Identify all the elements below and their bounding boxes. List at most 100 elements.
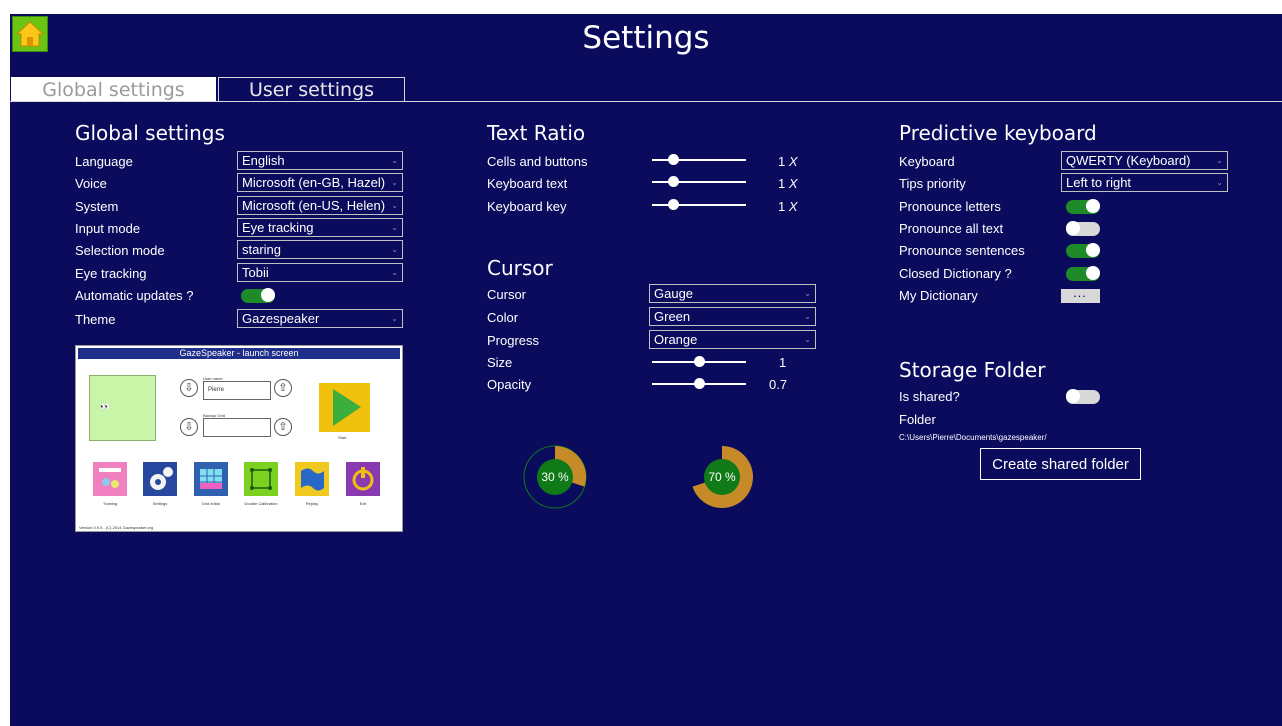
ratio-number: 1 bbox=[778, 154, 786, 169]
predictive-keyboard-title: Predictive keyboard bbox=[899, 121, 1097, 145]
pronounce-letters-toggle[interactable] bbox=[1066, 199, 1100, 214]
select-value: Microsoft (en-US, Helen) bbox=[242, 198, 386, 213]
chevron-down-icon: ⌄ bbox=[804, 289, 811, 298]
select-value: Left to right bbox=[1066, 175, 1132, 190]
chevron-down-icon: ⌄ bbox=[391, 201, 398, 210]
gauge-preview-ring: 30 % bbox=[523, 445, 587, 509]
preview-backup-field bbox=[203, 418, 271, 437]
selection-mode-label: Selection mode bbox=[75, 243, 165, 258]
slider-thumb[interactable] bbox=[667, 176, 679, 187]
slider-thumb[interactable] bbox=[667, 154, 679, 165]
grid-icon bbox=[194, 462, 228, 496]
toggle-knob bbox=[261, 288, 275, 302]
keyboard-text-slider[interactable] bbox=[652, 174, 746, 190]
power-icon bbox=[346, 462, 380, 496]
input-mode-label: Input mode bbox=[75, 221, 141, 236]
toggle-knob bbox=[1086, 243, 1100, 257]
size-value: 1 bbox=[779, 355, 787, 370]
preview-app-label: Exit bbox=[359, 501, 367, 506]
folder-path: C:\Users\Pierre\Documents\gazespeaker/ bbox=[899, 433, 1047, 442]
eye-tracking-select[interactable]: Tobii ⌄ bbox=[237, 263, 403, 282]
input-mode-select[interactable]: Eye tracking ⌄ bbox=[237, 218, 403, 237]
create-shared-folder-button[interactable]: Create shared folder bbox=[980, 448, 1141, 480]
text-ratio-title: Text Ratio bbox=[487, 121, 586, 145]
size-slider[interactable] bbox=[652, 354, 746, 370]
gear-icon bbox=[143, 462, 177, 496]
progress-label: Progress bbox=[487, 333, 540, 348]
select-value: Green bbox=[654, 309, 691, 324]
chevron-down-icon: ⌄ bbox=[391, 223, 398, 232]
slider-thumb[interactable] bbox=[694, 356, 705, 367]
tips-priority-label: Tips priority bbox=[899, 176, 966, 191]
chevron-down-icon: ⌄ bbox=[804, 312, 811, 321]
ratio-unit: X bbox=[788, 154, 798, 169]
pronounce-all-text-toggle[interactable] bbox=[1066, 221, 1100, 236]
select-value: Orange bbox=[654, 332, 698, 347]
select-value: English bbox=[242, 153, 285, 168]
theme-label: Theme bbox=[75, 312, 116, 327]
select-value: staring bbox=[242, 242, 282, 257]
calibration-icon bbox=[244, 462, 278, 496]
keyboard-select[interactable]: QWERTY (Keyboard) ⌄ bbox=[1061, 151, 1228, 170]
opacity-slider[interactable] bbox=[652, 376, 746, 392]
keyboard-key-slider[interactable] bbox=[652, 197, 746, 213]
progress-select[interactable]: Orange ⌄ bbox=[649, 330, 816, 349]
gauge-label: 70 % bbox=[708, 470, 736, 484]
page-title: Settings bbox=[582, 20, 710, 56]
language-label: Language bbox=[75, 154, 133, 169]
gauge-label: 30 % bbox=[541, 470, 569, 484]
storage-folder-title: Storage Folder bbox=[899, 358, 1046, 382]
system-select[interactable]: Microsoft (en-US, Helen) ⌄ bbox=[237, 196, 403, 215]
toggle-knob bbox=[1066, 221, 1080, 235]
size-label: Size bbox=[487, 355, 513, 370]
closed-dictionary-toggle[interactable] bbox=[1066, 266, 1100, 281]
selection-mode-select[interactable]: staring ⌄ bbox=[237, 240, 403, 259]
opacity-value: 0.7 bbox=[769, 377, 788, 392]
tab-divider bbox=[10, 101, 1282, 102]
chevron-down-icon: ⌄ bbox=[391, 245, 398, 254]
arrow-down-icon: ⇩ bbox=[180, 379, 198, 397]
chevron-down-icon: ⌄ bbox=[391, 268, 398, 277]
theme-select[interactable]: Gazespeaker ⌄ bbox=[237, 309, 403, 328]
is-shared-toggle[interactable] bbox=[1066, 389, 1100, 404]
cursor-select[interactable]: Gauge ⌄ bbox=[649, 284, 816, 303]
chevron-down-icon: ⌄ bbox=[391, 178, 398, 187]
eyes-icon: 👀 bbox=[100, 402, 110, 411]
tab-global-settings[interactable]: Global settings bbox=[11, 77, 216, 102]
slider-thumb[interactable] bbox=[694, 378, 705, 389]
cursor-title: Cursor bbox=[487, 256, 553, 280]
color-select[interactable]: Green ⌄ bbox=[649, 307, 816, 326]
eye-tracking-label: Eye tracking bbox=[75, 266, 147, 281]
language-select[interactable]: English ⌄ bbox=[237, 151, 403, 170]
voice-select[interactable]: Microsoft (en-GB, Hazel) ⌄ bbox=[237, 173, 403, 192]
pronounce-sentences-toggle[interactable] bbox=[1066, 243, 1100, 258]
play-icon bbox=[333, 389, 361, 426]
pronounce-sentences-label: Pronounce sentences bbox=[899, 243, 1025, 258]
tips-priority-select[interactable]: Left to right ⌄ bbox=[1061, 173, 1228, 192]
cells-buttons-label: Cells and buttons bbox=[487, 154, 588, 169]
cells-buttons-slider[interactable] bbox=[652, 152, 746, 168]
select-value: Microsoft (en-GB, Hazel) bbox=[242, 175, 386, 190]
tab-user-settings[interactable]: User settings bbox=[218, 77, 405, 102]
settings-window: Settings Global settings User settings G… bbox=[10, 14, 1282, 726]
my-dictionary-button[interactable]: ... bbox=[1061, 289, 1100, 303]
chevron-down-icon: ⌄ bbox=[1216, 156, 1223, 165]
opacity-label: Opacity bbox=[487, 377, 532, 392]
preview-start-label: Start bbox=[338, 435, 347, 440]
preview-app-label: Double Calibration bbox=[244, 501, 278, 506]
my-dictionary-label: My Dictionary bbox=[899, 288, 978, 303]
training-icon bbox=[93, 462, 127, 496]
chevron-down-icon: ⌄ bbox=[391, 156, 398, 165]
arrow-up-icon: ⇧ bbox=[274, 379, 292, 397]
slider-track bbox=[652, 181, 746, 183]
preview-app-label: Grid editor bbox=[201, 501, 221, 506]
preview-title: GazeSpeaker - launch screen bbox=[78, 348, 400, 359]
arrow-down-icon: ⇩ bbox=[180, 418, 198, 436]
keyboard-label: Keyboard bbox=[899, 154, 955, 169]
preview-user-field: Pierre bbox=[203, 381, 271, 400]
auto-updates-toggle[interactable] bbox=[241, 288, 275, 303]
preview-gaze-area: 👀 bbox=[89, 375, 156, 441]
chevron-down-icon: ⌄ bbox=[804, 335, 811, 344]
slider-thumb[interactable] bbox=[667, 199, 679, 210]
folder-label: Folder bbox=[899, 412, 936, 427]
